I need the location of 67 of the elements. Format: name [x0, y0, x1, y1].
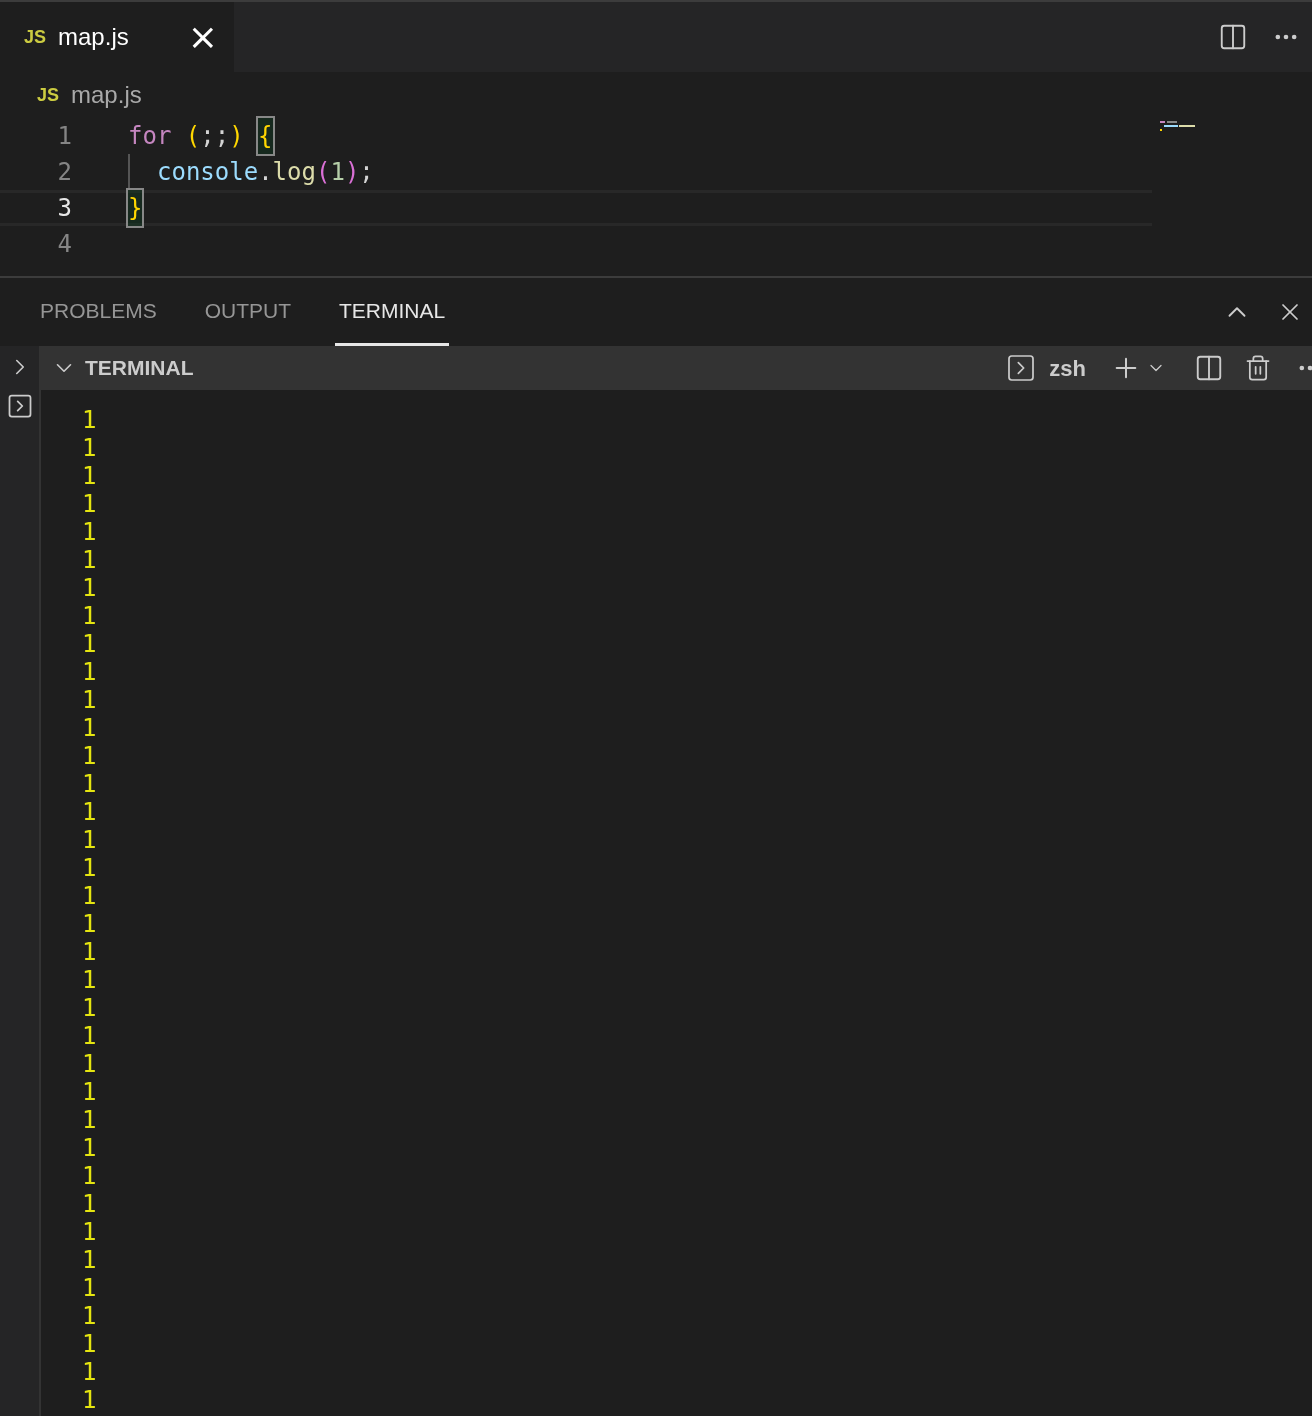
terminal-output-line: 1: [82, 1050, 98, 1078]
terminal-output-line: 1: [82, 434, 98, 462]
terminal-output-line: 1: [82, 1246, 98, 1274]
code-token: for: [128, 121, 172, 152]
language-label: JS: [24, 25, 47, 49]
terminal-output-line: 1: [82, 518, 98, 546]
line-number: 2: [56, 157, 73, 188]
line-number: 4: [56, 229, 73, 260]
terminal-output-line: 1: [82, 742, 98, 770]
code-token: log: [272, 157, 316, 188]
terminal-output-line: 1: [82, 546, 98, 574]
panel-tab[interactable]: PROBLEMS: [36, 278, 161, 346]
terminal-output-line: 1: [82, 1274, 98, 1302]
trash-icon[interactable]: [1244, 354, 1272, 382]
language-label: JS: [37, 83, 60, 107]
code-token: (: [184, 121, 201, 152]
terminal-output-line: 1: [82, 770, 98, 798]
code-token: (: [315, 157, 331, 188]
terminal-output-line: 1: [82, 462, 98, 490]
terminal-output-line: 1: [82, 1162, 98, 1190]
code-token: }: [128, 190, 143, 226]
code-token: ;;: [200, 121, 230, 152]
code-token: 1: [330, 157, 345, 188]
code-token: ): [229, 121, 245, 152]
terminal-output-line: 1: [82, 714, 98, 742]
terminal-output-line: 1: [82, 1106, 98, 1134]
code-token: .: [258, 157, 273, 188]
minimap-drawing: [1160, 121, 1196, 133]
split-editor-icon[interactable]: [1218, 22, 1248, 52]
terminal-output-line: 1: [82, 1302, 98, 1330]
terminal-output-line: 1: [82, 854, 98, 882]
code-token: console: [157, 157, 259, 188]
terminal-output-line: 1: [82, 1386, 98, 1414]
code-token: ;: [359, 157, 374, 188]
line-number: 3: [56, 193, 73, 224]
terminal-output-line: 1: [82, 966, 98, 994]
terminal-output-line: 1: [82, 490, 98, 518]
terminal-output-line: 1: [82, 406, 98, 434]
terminal-output-line: 1: [82, 630, 98, 658]
terminal-output-line: 1: [82, 826, 98, 854]
terminal-output-line: 1: [82, 1078, 98, 1106]
terminal-output-line: 1: [82, 658, 98, 686]
shell-name[interactable]: zsh: [1049, 351, 1086, 385]
terminal-output-line: 1: [82, 1134, 98, 1162]
terminal-output-line: 1: [82, 1190, 98, 1218]
terminal-output-line: 1: [82, 910, 98, 938]
code-token: {: [258, 118, 273, 154]
split-terminal-icon[interactable]: [1194, 353, 1224, 383]
terminal-output-line: 1: [82, 602, 98, 630]
code-token: ): [344, 157, 360, 188]
panel-tab[interactable]: OUTPUT: [200, 278, 296, 346]
terminal-output-line: 1: [82, 574, 98, 602]
terminal-output-line: 1: [82, 1218, 98, 1246]
terminal-output-line: 1: [82, 798, 98, 826]
terminal-output-line: 1: [82, 938, 98, 966]
terminal-output-line: 1: [82, 882, 98, 910]
terminal-output-line: 1: [82, 1022, 98, 1050]
breadcrumb-item[interactable]: map.js: [71, 77, 142, 113]
section-title: TERMINAL: [85, 355, 194, 382]
close-button[interactable]: ×: [187, 19, 218, 55]
terminal-output-line: 1: [82, 1330, 98, 1358]
line-number: 1: [56, 121, 73, 152]
terminal-output-line: 1: [82, 1358, 98, 1386]
terminal-output-line: 1: [82, 994, 98, 1022]
editor-tab[interactable]: JS map.js ×: [0, 2, 234, 72]
terminal-output-line: 1: [82, 686, 98, 714]
tab-label: map.js: [58, 22, 129, 52]
